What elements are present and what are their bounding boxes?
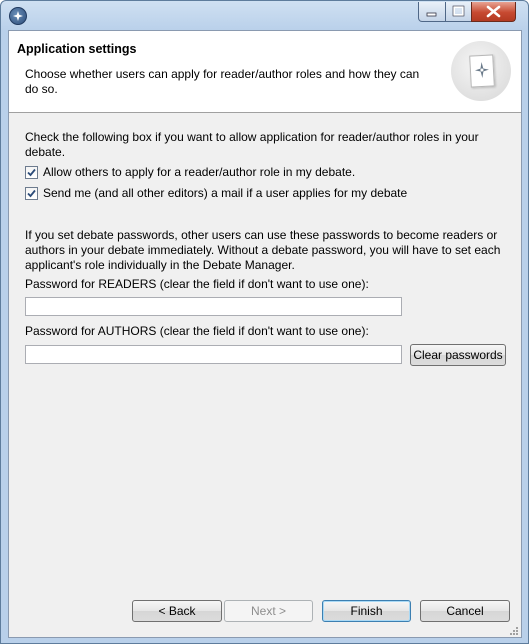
- page-description: Choose whether users can apply for reade…: [25, 67, 420, 96]
- allow-apply-label: Allow others to apply for a reader/autho…: [43, 165, 356, 179]
- readers-password-input[interactable]: [25, 297, 402, 316]
- cancel-button[interactable]: Cancel: [420, 600, 510, 622]
- dialog-window: Application settings Choose whether user…: [0, 0, 529, 644]
- allow-apply-checkbox[interactable]: [25, 165, 38, 179]
- maximize-button[interactable]: [445, 2, 472, 22]
- wizard-banner: Application settings Choose whether user…: [9, 31, 521, 113]
- send-mail-row[interactable]: Send me (and all other editors) a mail i…: [25, 185, 407, 201]
- intro-text: Check the following box if you want to a…: [25, 130, 479, 159]
- authors-password-label: Password for AUTHORS (clear the field if…: [25, 324, 369, 338]
- dialog-content: Application settings Choose whether user…: [8, 30, 522, 638]
- send-mail-checkbox[interactable]: [25, 186, 38, 200]
- next-button[interactable]: Next >: [224, 600, 313, 622]
- allow-apply-row[interactable]: Allow others to apply for a reader/autho…: [25, 164, 355, 180]
- password-info-text: If you set debate passwords, other users…: [25, 228, 501, 272]
- title-bar[interactable]: [1, 1, 528, 29]
- finish-button[interactable]: Finish: [322, 600, 411, 622]
- send-mail-label: Send me (and all other editors) a mail i…: [43, 186, 408, 200]
- close-button[interactable]: [471, 2, 516, 22]
- page-title: Application settings: [17, 42, 137, 56]
- back-button[interactable]: < Back: [132, 600, 222, 622]
- minimize-button[interactable]: [418, 2, 446, 22]
- wizard-icon: [451, 41, 511, 101]
- authors-password-input[interactable]: [25, 345, 402, 364]
- clear-passwords-button[interactable]: Clear passwords: [410, 344, 506, 366]
- app-icon: [9, 7, 27, 25]
- resize-grip-icon[interactable]: [509, 625, 519, 635]
- readers-password-label: Password for READERS (clear the field if…: [25, 277, 369, 291]
